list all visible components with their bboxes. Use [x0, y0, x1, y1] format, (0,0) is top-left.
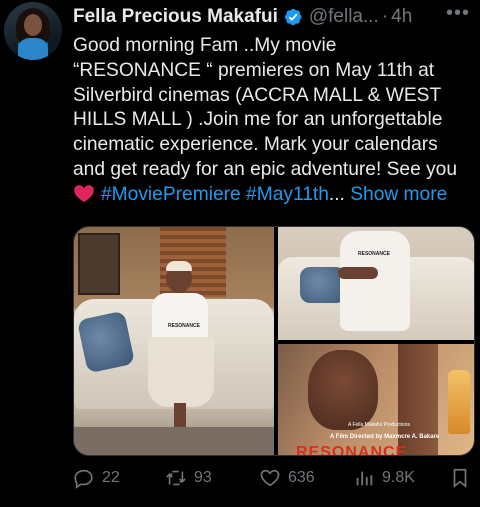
- separator-dot: ·: [381, 6, 389, 27]
- author-handle[interactable]: @fella...: [309, 6, 379, 28]
- poster-credit: A Film Directed by Maxmcre A. Bakare: [330, 434, 440, 440]
- avatar-face: [24, 14, 42, 36]
- hashtag-link[interactable]: #May11th: [246, 184, 329, 205]
- poster-title: RESONANCE: [296, 444, 408, 456]
- poster-face: [308, 350, 378, 430]
- like-icon: [260, 469, 280, 487]
- person-arm: [338, 267, 378, 279]
- tweet-text-line: “RESONANCE “ premieres on May 11th at: [73, 59, 435, 81]
- tweet-timestamp[interactable]: 4h: [391, 6, 412, 28]
- media-grid: RESONANCE RESONANCE A Fella Makafui Prod…: [73, 226, 475, 456]
- views-count: 9.8K: [382, 469, 415, 486]
- ellipsis: ...: [328, 183, 345, 205]
- more-horizontal-icon[interactable]: •••: [446, 2, 470, 25]
- repost-count: 93: [194, 469, 212, 486]
- tweet-text-line: Silverbird cinemas (ACCRA MALL & WEST: [73, 84, 442, 106]
- views-button[interactable]: 9.8K: [353, 467, 415, 489]
- views-icon: [356, 471, 373, 486]
- person-shirt: [152, 293, 208, 339]
- floor: [74, 427, 274, 455]
- reply-button[interactable]: 22: [73, 467, 120, 489]
- bookmark-icon: [453, 468, 467, 489]
- verified-badge-icon: [284, 8, 302, 26]
- tweet-text-line: and get ready for an epic adventure! See…: [73, 158, 458, 180]
- tweet-text-line: cinematic experience. Mark your calendar…: [73, 134, 438, 156]
- hashtag-link[interactable]: #MoviePremiere: [101, 184, 241, 205]
- repost-icon: [166, 470, 186, 486]
- show-more-link[interactable]: Show more: [350, 184, 447, 205]
- media-image-3[interactable]: A Fella Makafui Productions A Film Direc…: [278, 344, 474, 456]
- tweet-text-line: HILLS MALL ) .Join me for an unforgettab…: [73, 109, 443, 131]
- author-avatar[interactable]: [4, 2, 62, 60]
- bookmark-button[interactable]: [449, 467, 471, 489]
- tweet-text-line: Good morning Fam ..My movie: [73, 35, 337, 56]
- like-button[interactable]: 636: [259, 467, 315, 489]
- repost-button[interactable]: 93: [165, 467, 212, 489]
- like-count: 636: [288, 469, 315, 486]
- bottle: [448, 370, 470, 434]
- avatar-dress: [18, 38, 48, 60]
- media-image-2[interactable]: RESONANCE: [278, 227, 474, 340]
- media-image-1[interactable]: RESONANCE: [74, 227, 274, 455]
- person: [340, 231, 410, 331]
- tweet-text-line-last: #MoviePremiere #May11th... Show more: [73, 183, 475, 208]
- tweet-header: Fella Precious Makafui @fella... · 4h ••…: [73, 2, 470, 30]
- action-bar: 22 93 636 9.8K: [73, 464, 473, 492]
- person: [146, 261, 216, 433]
- person-hair: [166, 261, 192, 271]
- poster-production: A Fella Makafui Productions: [348, 422, 410, 428]
- reply-count: 22: [102, 469, 120, 486]
- shelf: [78, 233, 120, 295]
- shirt-print: RESONANCE: [358, 251, 390, 257]
- tweet-text: Good morning Fam ..My movie “RESONANCE “…: [73, 34, 475, 208]
- reply-icon: [74, 469, 93, 489]
- heart-emoji-icon: [74, 184, 94, 202]
- person-skirt: [148, 337, 214, 407]
- author-name[interactable]: Fella Precious Makafui: [73, 6, 278, 28]
- shirt-print: RESONANCE: [168, 323, 200, 329]
